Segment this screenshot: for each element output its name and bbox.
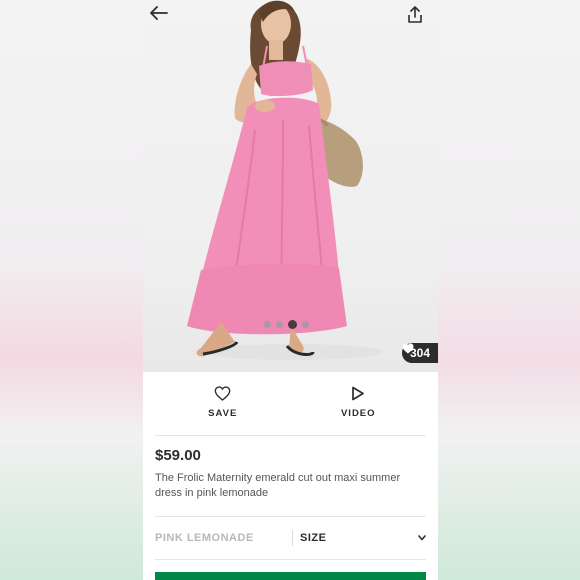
chevron-down-icon	[418, 535, 426, 541]
product-image[interactable]: 304	[143, 0, 438, 372]
gallery-dot[interactable]	[276, 321, 283, 328]
likes-badge[interactable]: 304	[401, 343, 438, 363]
video-button[interactable]: VIDEO	[291, 378, 427, 435]
product-page: 304 SAVE VIDEO $59.00 The Frolic Materni…	[143, 0, 438, 580]
back-button[interactable]	[150, 6, 174, 28]
save-button[interactable]: SAVE	[155, 378, 291, 435]
action-bar: SAVE VIDEO	[155, 378, 426, 436]
heart-icon	[214, 386, 231, 401]
colour-value: PINK LEMONADE	[155, 530, 293, 546]
video-label: VIDEO	[340, 408, 376, 419]
save-label: SAVE	[208, 408, 238, 419]
gallery-dot[interactable]	[264, 321, 271, 328]
gallery-pagination[interactable]	[264, 320, 309, 329]
product-title: The Frolic Maternity emerald cut out max…	[155, 472, 401, 499]
share-button[interactable]	[407, 6, 431, 28]
share-icon	[408, 6, 422, 23]
size-select[interactable]: SIZE	[293, 532, 426, 544]
arrow-left-icon	[150, 6, 168, 20]
product-price: $59.00	[155, 447, 201, 464]
background-left	[0, 0, 143, 580]
gallery-dot[interactable]	[302, 321, 309, 328]
size-label: SIZE	[300, 532, 327, 544]
add-to-bag-button[interactable]	[155, 572, 426, 580]
play-icon	[352, 386, 365, 401]
heart-filled-icon	[402, 343, 414, 354]
gallery-dot[interactable]	[288, 320, 297, 329]
variant-selectors: PINK LEMONADE SIZE	[155, 516, 426, 560]
background-right	[438, 0, 580, 580]
model-photo	[187, 0, 383, 360]
